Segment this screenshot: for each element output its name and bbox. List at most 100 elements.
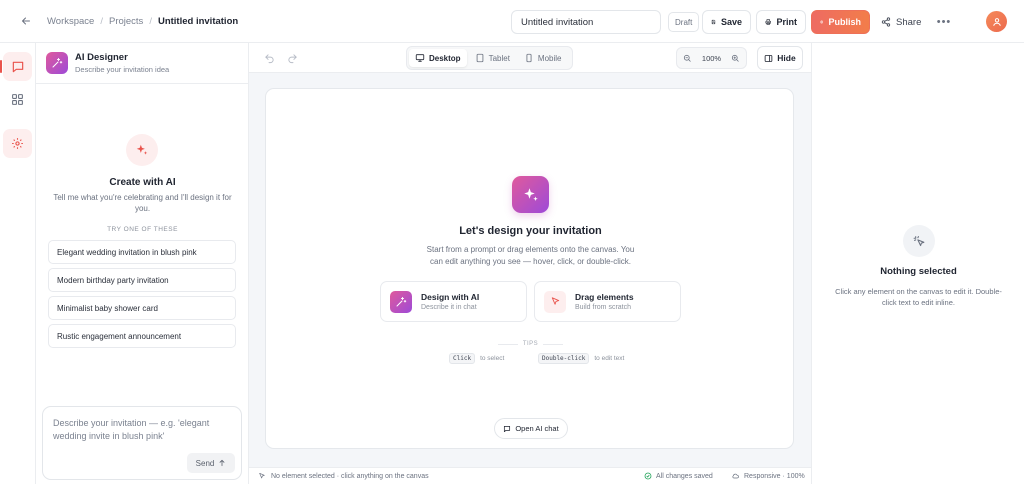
top-bar: Workspace / Projects / Untitled invitati…	[0, 0, 1024, 43]
tips-divider: TIPS	[498, 341, 563, 347]
printer-icon	[765, 19, 771, 25]
document-title-input[interactable]	[511, 10, 661, 34]
properties-empty-description: Click any element on the canvas to edit …	[835, 287, 1002, 307]
ai-panel-header: AI Designer Describe your invitation ide…	[46, 52, 169, 74]
selection-status-text: No element selected · click anything on …	[271, 472, 429, 480]
check-circle-icon	[644, 472, 652, 480]
nothing-selected-icon-badge	[903, 225, 935, 257]
print-button[interactable]: Print	[756, 10, 806, 34]
rail-settings-button[interactable]	[3, 129, 32, 158]
tip-key: Click	[449, 353, 476, 364]
tip-key: Double-click	[538, 353, 590, 364]
zoom-level: 100%	[701, 53, 722, 63]
tablet-icon	[476, 53, 483, 63]
chat-icon	[504, 425, 511, 432]
choice-title: Drag elements	[575, 292, 634, 302]
zoom-out-icon[interactable]	[683, 54, 692, 63]
user-icon	[992, 17, 1001, 26]
save-icon	[711, 19, 716, 25]
create-ai-icon-badge	[126, 134, 158, 166]
device-desktop[interactable]: Desktop	[409, 49, 467, 67]
responsive-status: Responsive · 100%	[731, 472, 805, 480]
hero-ai-icon	[512, 176, 549, 213]
panel-right-icon	[764, 54, 773, 62]
ai-panel-subtitle: Describe your invitation idea	[75, 65, 170, 74]
tip-hint: Double-click to edit text	[538, 353, 624, 364]
empty-state-title: Create with AI	[109, 177, 176, 188]
undo-button[interactable]	[262, 51, 276, 65]
hide-panel-button[interactable]: Hide	[757, 46, 803, 70]
cursor-icon	[551, 297, 559, 305]
share-button[interactable]: Share	[881, 10, 921, 34]
more-horizontal-icon: •••	[936, 16, 952, 28]
more-button[interactable]: •••	[936, 10, 952, 34]
zoom-in-icon[interactable]	[731, 54, 740, 63]
save-button[interactable]: Save	[702, 10, 751, 34]
status-badge: Draft	[668, 12, 700, 32]
monitor-icon	[415, 54, 425, 62]
prompt-input[interactable]	[53, 417, 233, 449]
selection-status: No element selected · click anything on …	[258, 472, 429, 480]
drag-elements-card[interactable]: Drag elements Build from scratch	[534, 281, 681, 322]
choice-icon	[390, 290, 412, 313]
sparkles-icon	[136, 144, 148, 155]
publish-button[interactable]: Publish	[811, 10, 870, 34]
breadcrumb-separator: /	[149, 16, 152, 27]
rail-elements-button[interactable]	[3, 85, 32, 114]
suggestion-chip[interactable]: Rustic engagement announcement	[48, 324, 236, 348]
choice-icon	[544, 290, 566, 313]
hide-label: Hide	[777, 53, 796, 63]
sparkles-icon	[52, 58, 63, 68]
ai-logo	[46, 52, 68, 74]
redo-icon	[287, 53, 297, 63]
tips-label: TIPS	[522, 341, 539, 347]
design-with-ai-card[interactable]: Design with AI Describe it in chat	[380, 281, 527, 322]
divider	[36, 83, 249, 84]
share-icon	[881, 17, 891, 27]
canvas-empty-description: Start from a prompt or drag elements ont…	[426, 245, 635, 266]
sparkles-icon	[523, 187, 538, 201]
suggestion-chip[interactable]: Minimalist baby shower card	[48, 296, 236, 320]
breadcrumb-separator: /	[100, 16, 103, 27]
pointer-click-icon	[913, 235, 924, 246]
open-ai-chat-button[interactable]: Open AI chat	[494, 418, 568, 439]
suggestion-chip[interactable]: Elegant wedding invitation in blush pink	[48, 240, 236, 264]
arrow-up-icon	[219, 459, 225, 467]
suggestions-label: TRY ONE OF THESE	[107, 226, 178, 233]
send-button[interactable]: Send	[187, 453, 235, 473]
save-label: Save	[720, 17, 742, 27]
device-mobile-label: Mobile	[537, 53, 562, 63]
device-mobile[interactable]: Mobile	[518, 49, 568, 67]
cloud-icon	[732, 473, 739, 479]
device-tablet-label: Tablet	[488, 53, 510, 63]
tip-text: to edit text	[594, 355, 625, 362]
canvas-toolbar: Desktop Tablet Mobile 100% Hide	[249, 43, 811, 73]
choice-subtitle: Build from scratch	[575, 304, 632, 311]
arrow-left-icon	[22, 17, 30, 25]
responsive-status-text: Responsive · 100%	[744, 472, 805, 480]
breadcrumb: Workspace / Projects / Untitled invitati…	[47, 16, 238, 27]
device-switcher: Desktop Tablet Mobile	[406, 46, 573, 70]
properties-empty-title: Nothing selected	[880, 266, 957, 277]
save-status: All changes saved	[644, 472, 713, 480]
properties-panel: Nothing selected Click any element on th…	[811, 43, 1024, 484]
device-desktop-label: Desktop	[429, 53, 461, 63]
breadcrumb-workspace[interactable]: Workspace	[47, 16, 94, 27]
publish-label: Publish	[828, 17, 861, 27]
canvas-empty-title: Let's design your invitation	[459, 225, 602, 237]
suggestion-chip[interactable]: Modern birthday party invitation	[48, 268, 236, 292]
send-label: Send	[195, 458, 215, 468]
undo-icon	[264, 53, 274, 63]
save-status-text: All changes saved	[656, 472, 713, 480]
canvas-page[interactable]: Let's design your invitation Start from …	[265, 88, 794, 449]
rail-chat-button[interactable]	[0, 52, 32, 81]
smartphone-icon	[526, 53, 532, 63]
device-tablet[interactable]: Tablet	[469, 49, 516, 67]
redo-button[interactable]	[285, 51, 299, 65]
avatar[interactable]	[986, 11, 1007, 32]
back-button[interactable]	[17, 12, 35, 30]
tip-text: to select	[480, 355, 505, 362]
chat-composer: Send	[42, 406, 242, 480]
breadcrumb-projects[interactable]: Projects	[109, 16, 143, 27]
ai-designer-panel: AI Designer Describe your invitation ide…	[36, 43, 249, 484]
